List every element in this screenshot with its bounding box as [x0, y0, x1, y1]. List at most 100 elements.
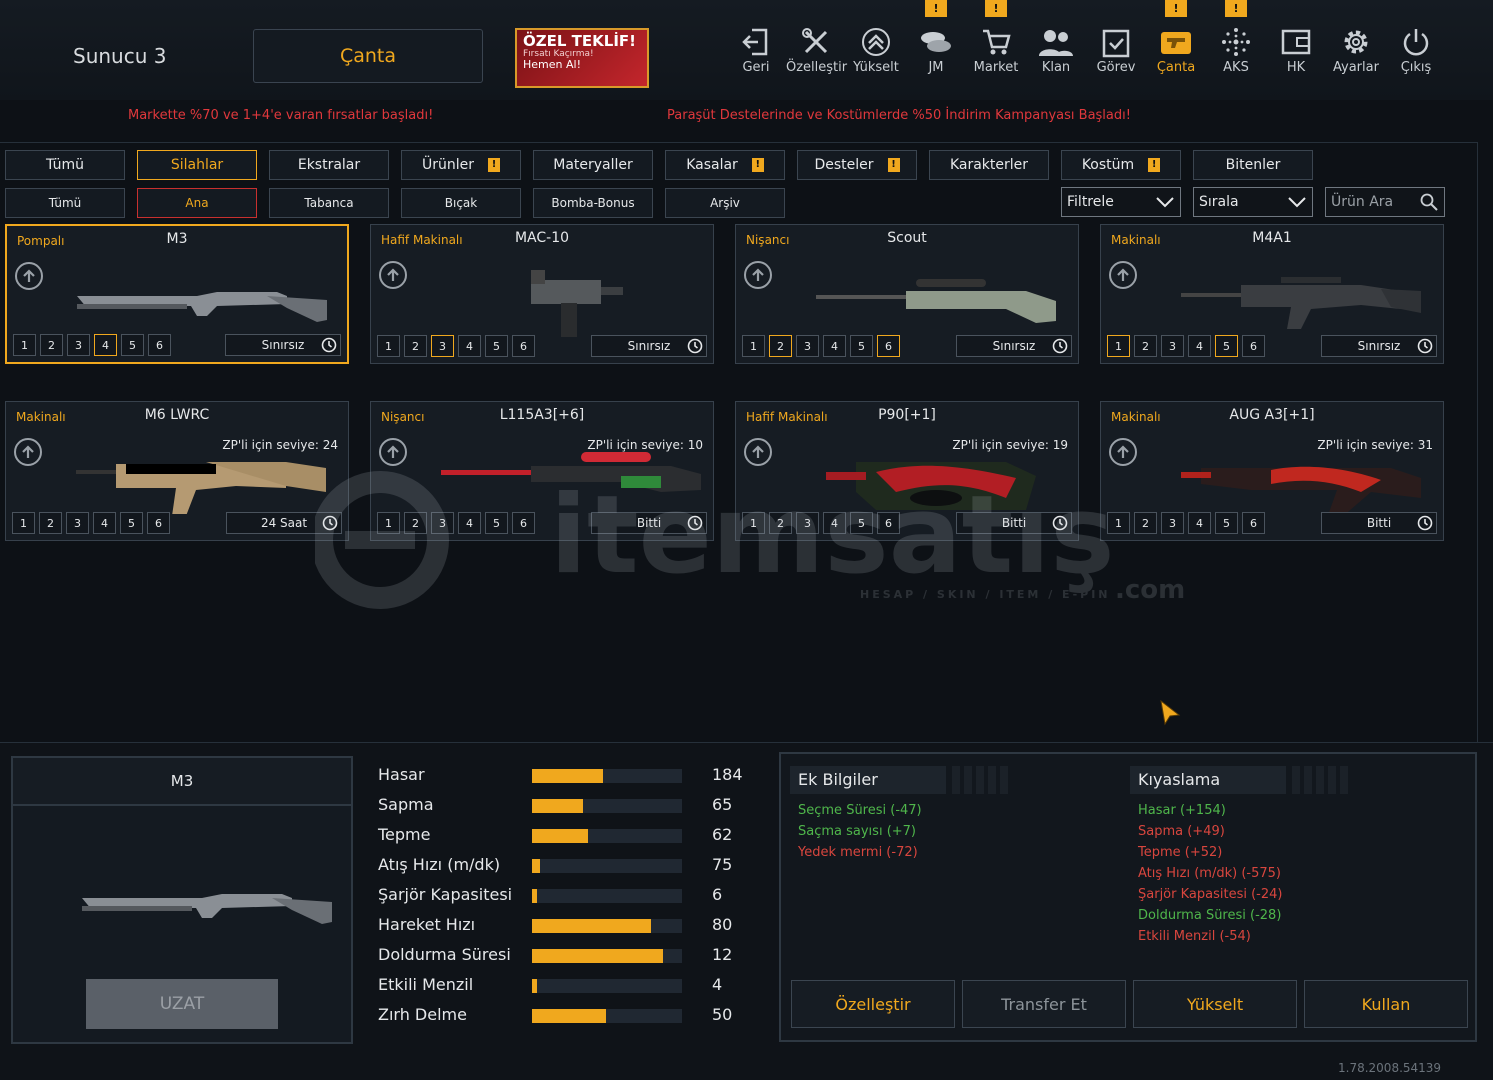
slot-button[interactable]: 6 — [148, 334, 171, 356]
nav-label: Klan — [1041, 60, 1071, 75]
upgrade-arrow-icon[interactable] — [1109, 261, 1137, 289]
weapon-name: AUG A3[+1] — [1229, 407, 1315, 423]
use-button[interactable]: Kullan — [1304, 980, 1468, 1028]
slot-button[interactable]: 6 — [512, 335, 535, 357]
watermark-logo: itemsatış .com HESAP / SKIN / ITEM / E-P… — [311, 470, 1185, 610]
sort-dropdown[interactable]: Sırala — [1193, 187, 1313, 217]
tab-decks[interactable]: Desteler! — [797, 150, 917, 180]
duration-text: Sınırsız — [627, 339, 671, 353]
weapon-card[interactable]: Makinalı M6 LWRC ZP'li için seviye: 24 1… — [5, 401, 349, 541]
slot-button[interactable]: 4 — [1188, 335, 1211, 357]
tab-expired[interactable]: Bitenler — [1193, 150, 1313, 180]
search-input[interactable]: Ürün Ara — [1325, 187, 1445, 217]
slot-button[interactable]: 5 — [121, 334, 144, 356]
filter-dropdown[interactable]: Filtrele — [1061, 187, 1181, 217]
slot-button[interactable]: 4 — [93, 512, 116, 534]
extend-button[interactable]: UZAT — [86, 979, 278, 1029]
nav-upgrade-button[interactable]: Yükselt — [846, 24, 906, 75]
special-offer-button[interactable]: ÖZEL TEKLİF! Fırsatı Kaçırma! Hemen Al! — [515, 28, 649, 88]
subtab-archive[interactable]: Arşiv — [665, 188, 785, 218]
slot-button[interactable]: 3 — [1161, 335, 1184, 357]
tab-extras[interactable]: Ekstralar — [269, 150, 389, 180]
slot-button[interactable]: 5 — [485, 335, 508, 357]
upgrade-arrow-icon[interactable] — [379, 261, 407, 289]
slot-button[interactable]: 2 — [40, 334, 63, 356]
stat-bar-fill — [532, 799, 583, 813]
slot-button[interactable]: 1 — [1107, 335, 1130, 357]
tab-products[interactable]: Ürünler! — [401, 150, 521, 180]
nav-customize-button[interactable]: Özelleştir — [786, 24, 847, 75]
tab-costume[interactable]: Kostüm! — [1061, 150, 1181, 180]
slot-button[interactable]: 3 — [431, 335, 454, 357]
slot-button[interactable]: 4 — [458, 335, 481, 357]
transfer-button[interactable]: Transfer Et — [962, 980, 1126, 1028]
nav-jm-button[interactable]: ! JM — [906, 0, 966, 75]
weapon-card[interactable]: Pompalı M3 123456 Sınırsız — [5, 224, 349, 364]
slot-button[interactable]: 4 — [1188, 512, 1211, 534]
slot-button[interactable]: 3 — [66, 512, 89, 534]
nav-back-button[interactable]: Geri — [726, 24, 786, 75]
tab-cases[interactable]: Kasalar! — [665, 150, 785, 180]
slot-button[interactable]: 2 — [39, 512, 62, 534]
nav-label: Çıkış — [1400, 60, 1432, 75]
slot-button[interactable]: 2 — [1134, 335, 1157, 357]
weapon-card[interactable]: Nişancı Scout 123456 Sınırsız — [735, 224, 1079, 364]
nav-aks-button[interactable]: ! AKS — [1206, 0, 1266, 75]
slot-button[interactable]: 5 — [120, 512, 143, 534]
upgrade-button[interactable]: Yükselt — [1133, 980, 1297, 1028]
slot-button[interactable]: 3 — [796, 335, 819, 357]
slot-button[interactable]: 2 — [769, 335, 792, 357]
weapon-card[interactable]: Hafif Makinalı MAC-10 123456 Sınırsız — [370, 224, 714, 364]
clock-icon — [687, 338, 703, 354]
duration-box: Bitti — [1321, 512, 1437, 534]
stat-label: Doldurma Süresi — [378, 945, 511, 964]
slot-button[interactable]: 3 — [67, 334, 90, 356]
slot-button[interactable]: 1 — [742, 335, 765, 357]
weapon-card[interactable]: Makinalı M4A1 123456 Sınırsız — [1100, 224, 1444, 364]
slot-button[interactable]: 1 — [377, 335, 400, 357]
upgrade-arrow-icon[interactable] — [14, 438, 42, 466]
slot-button[interactable]: 1 — [12, 512, 35, 534]
slot-button[interactable]: 6 — [1242, 335, 1265, 357]
duration-text: Sınırsız — [992, 339, 1036, 353]
stat-bar — [532, 1009, 682, 1023]
slot-button[interactable]: 4 — [823, 335, 846, 357]
subtab-grenade[interactable]: Bomba-Bonus — [533, 188, 653, 218]
nav-mission-button[interactable]: Görev — [1086, 24, 1146, 75]
upgrade-arrow-icon[interactable] — [379, 438, 407, 466]
slot-button[interactable]: 2 — [404, 335, 427, 357]
nav-exit-button[interactable]: Çıkış — [1386, 24, 1446, 75]
nav-settings-button[interactable]: Ayarlar — [1326, 24, 1386, 75]
upgrade-arrow-icon[interactable] — [744, 261, 772, 289]
watermark-tagline: HESAP / SKIN / ITEM / E-PIN — [860, 588, 1111, 601]
watermark-brand: itemsatış — [550, 473, 1115, 598]
duration-box: Sınırsız — [225, 334, 341, 356]
upgrade-arrow-icon[interactable] — [15, 262, 43, 290]
slot-button[interactable]: 5 — [1215, 512, 1238, 534]
nav-market-button[interactable]: ! Market — [966, 0, 1026, 75]
slot-button[interactable]: 6 — [1242, 512, 1265, 534]
slot-button[interactable]: 5 — [1215, 335, 1238, 357]
nav-hk-button[interactable]: HK — [1266, 24, 1326, 75]
nav-bag-button[interactable]: ! Çanta — [1146, 0, 1206, 75]
tab-all[interactable]: Tümü — [5, 150, 125, 180]
slot-button[interactable]: 6 — [877, 335, 900, 357]
tab-weapons[interactable]: Silahlar — [137, 150, 257, 180]
subtab-all[interactable]: Tümü — [5, 188, 125, 218]
slot-button[interactable]: 4 — [94, 334, 117, 356]
tab-characters[interactable]: Karakterler — [929, 150, 1049, 180]
upgrade-arrow-icon[interactable] — [1109, 438, 1137, 466]
tab-materials[interactable]: Materyaller — [533, 150, 653, 180]
slot-button[interactable]: 5 — [850, 335, 873, 357]
subtab-knife[interactable]: Bıçak — [401, 188, 521, 218]
subtab-pistol[interactable]: Tabanca — [269, 188, 389, 218]
offer-title: ÖZEL TEKLİF! — [523, 32, 636, 50]
nav-clan-button[interactable]: Klan — [1026, 24, 1086, 75]
customize-button[interactable]: Özelleştir — [791, 980, 955, 1028]
stat-label: Zırh Delme — [378, 1005, 467, 1024]
upgrade-arrow-icon[interactable] — [744, 438, 772, 466]
slot-button[interactable]: 6 — [147, 512, 170, 534]
slot-button[interactable]: 1 — [13, 334, 36, 356]
alert-icon: ! — [488, 158, 500, 172]
subtab-main[interactable]: Ana — [137, 188, 257, 218]
